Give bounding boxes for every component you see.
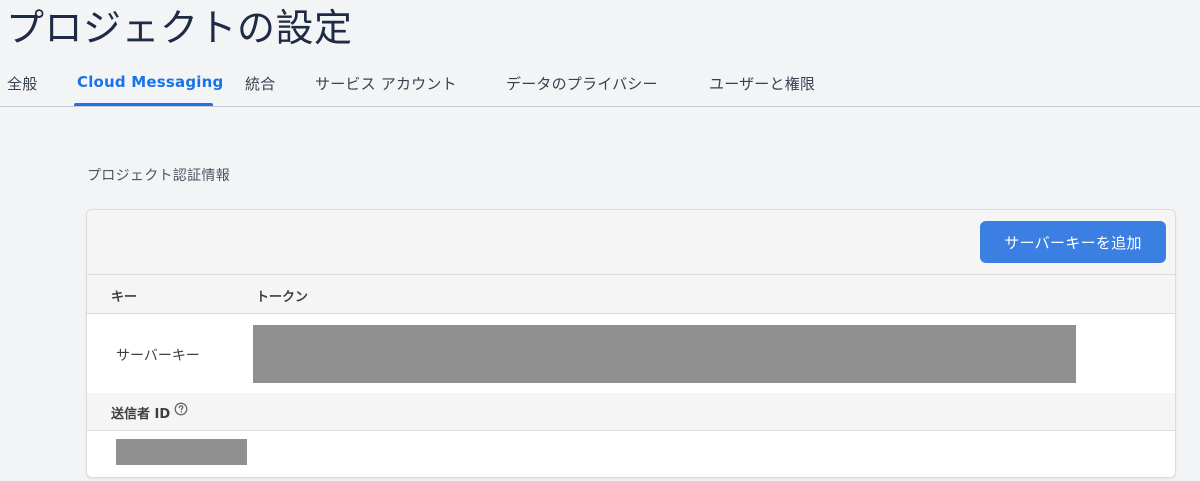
section-title: プロジェクト認証情報	[87, 168, 230, 184]
tab-integrations[interactable]: 統合	[245, 73, 275, 94]
tab-service-accounts[interactable]: サービス アカウント	[315, 73, 457, 94]
active-tab-indicator	[74, 103, 213, 106]
page-title: プロジェクトの設定	[6, 6, 353, 50]
tab-data-privacy[interactable]: データのプライバシー	[506, 73, 658, 94]
sender-id-header: 送信者 ID	[87, 393, 1175, 431]
sender-id-row	[87, 431, 1175, 477]
server-key-label: サーバーキー	[116, 348, 200, 364]
redacted-token	[253, 325, 1076, 383]
tab-general[interactable]: 全般	[7, 73, 37, 94]
column-header-token: トークン	[256, 290, 309, 305]
tab-users-permissions[interactable]: ユーザーと権限	[709, 73, 815, 94]
sender-id-label: 送信者 ID	[111, 407, 171, 422]
redacted-sender-id	[116, 439, 247, 465]
settings-tabs: 全般 Cloud Messaging 統合 サービス アカウント データのプライ…	[0, 66, 1200, 107]
table-header: キー トークン	[87, 275, 1175, 314]
add-server-key-button[interactable]: サーバーキーを追加	[980, 221, 1166, 263]
card-toolbar: サーバーキーを追加	[87, 210, 1175, 275]
credentials-card: サーバーキーを追加 キー トークン サーバーキー 送信者 ID	[86, 209, 1176, 478]
help-circle-icon[interactable]	[174, 402, 188, 416]
column-header-key: キー	[111, 290, 138, 305]
table-row: サーバーキー	[87, 314, 1175, 393]
tab-cloud-messaging[interactable]: Cloud Messaging	[77, 73, 223, 91]
